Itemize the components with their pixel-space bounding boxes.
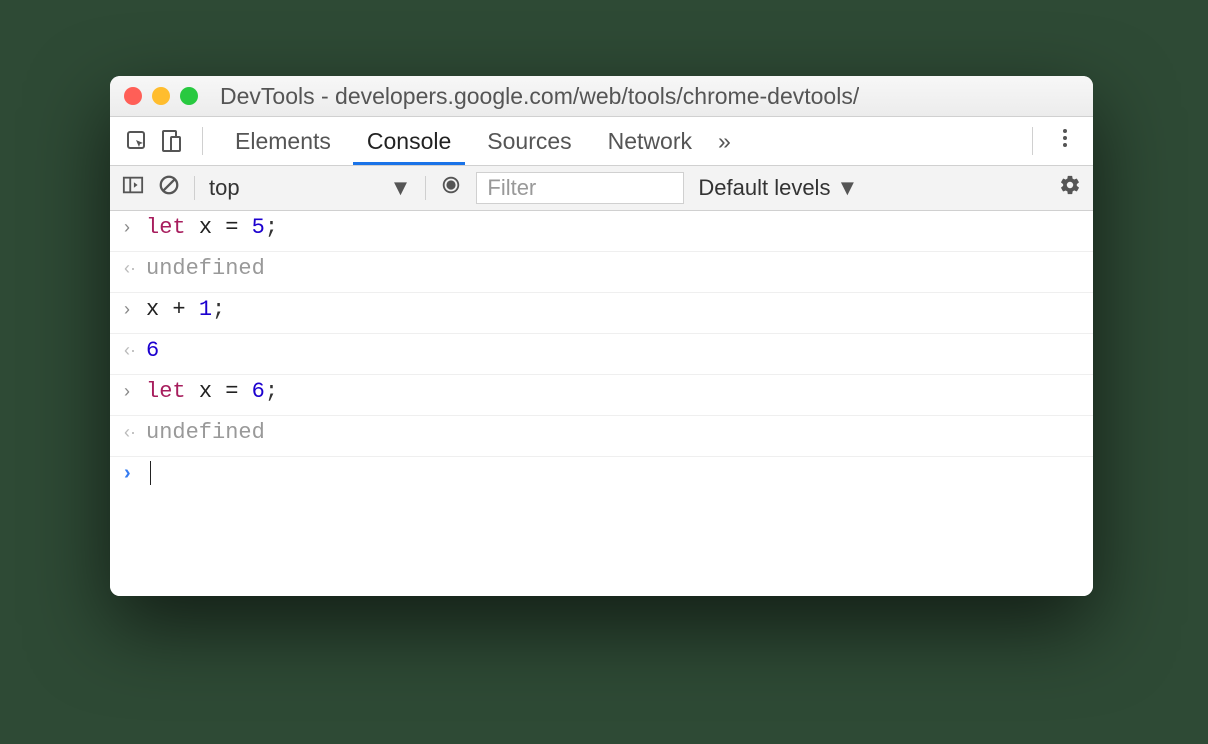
tabs-overflow-button[interactable]: » <box>710 117 739 165</box>
separator <box>425 176 426 200</box>
chevron-down-icon: ▼ <box>836 175 858 201</box>
console-message: undefined <box>146 420 265 445</box>
devtools-window: DevTools - developers.google.com/web/too… <box>110 76 1093 596</box>
titlebar: DevTools - developers.google.com/web/too… <box>110 76 1093 117</box>
console-input-row: ›let x = 5; <box>110 211 1093 252</box>
console-message: 6 <box>146 338 159 363</box>
console-input-row: ›x + 1; <box>110 293 1093 334</box>
window-title: DevTools - developers.google.com/web/too… <box>220 83 859 110</box>
console-prompt-row[interactable]: › <box>110 457 1093 489</box>
settings-gear-icon[interactable] <box>1059 174 1081 202</box>
tab-sources[interactable]: Sources <box>469 117 589 165</box>
text-cursor <box>150 461 151 485</box>
context-label: top <box>209 175 240 201</box>
prompt-arrow-icon: › <box>124 462 146 485</box>
filter-input[interactable] <box>485 174 675 202</box>
console-input-row: ›let x = 6; <box>110 375 1093 416</box>
console-output-row: ‹·6 <box>110 334 1093 375</box>
console-message: undefined <box>146 256 265 281</box>
device-toolbar-icon[interactable] <box>154 117 188 165</box>
console-output[interactable]: ›let x = 5;‹·undefined›x + 1;‹·6›let x =… <box>110 211 1093 596</box>
tab-elements[interactable]: Elements <box>217 117 349 165</box>
clear-console-icon[interactable] <box>158 174 180 202</box>
output-arrow-icon: ‹· <box>124 258 146 279</box>
separator <box>1032 127 1033 155</box>
kebab-menu-icon[interactable] <box>1047 126 1083 156</box>
live-expression-icon[interactable] <box>440 174 462 202</box>
output-arrow-icon: ‹· <box>124 340 146 361</box>
separator <box>202 127 203 155</box>
input-arrow-icon: › <box>124 217 146 238</box>
console-output-row: ‹·undefined <box>110 416 1093 457</box>
minimize-dot[interactable] <box>152 87 170 105</box>
log-levels-select[interactable]: Default levels ▼ <box>698 175 858 201</box>
console-output-row: ‹·undefined <box>110 252 1093 293</box>
inspect-element-icon[interactable] <box>120 117 154 165</box>
filter-input-wrapper[interactable] <box>476 172 684 204</box>
input-arrow-icon: › <box>124 299 146 320</box>
close-dot[interactable] <box>124 87 142 105</box>
console-message: let x = 5; <box>146 215 278 240</box>
execution-context-select[interactable]: top ▼ <box>209 175 411 201</box>
console-message: x + 1; <box>146 297 225 322</box>
devtools-tabs: Elements Console Sources Network » <box>110 117 1093 166</box>
levels-label: Default levels <box>698 175 830 201</box>
input-arrow-icon: › <box>124 381 146 402</box>
separator <box>194 176 195 200</box>
maximize-dot[interactable] <box>180 87 198 105</box>
sidebar-toggle-icon[interactable] <box>122 174 144 202</box>
chevron-down-icon: ▼ <box>390 175 412 201</box>
console-toolbar: top ▼ Default levels ▼ <box>110 166 1093 211</box>
tab-network[interactable]: Network <box>590 117 710 165</box>
output-arrow-icon: ‹· <box>124 422 146 443</box>
console-message: let x = 6; <box>146 379 278 404</box>
tab-console[interactable]: Console <box>349 117 469 165</box>
